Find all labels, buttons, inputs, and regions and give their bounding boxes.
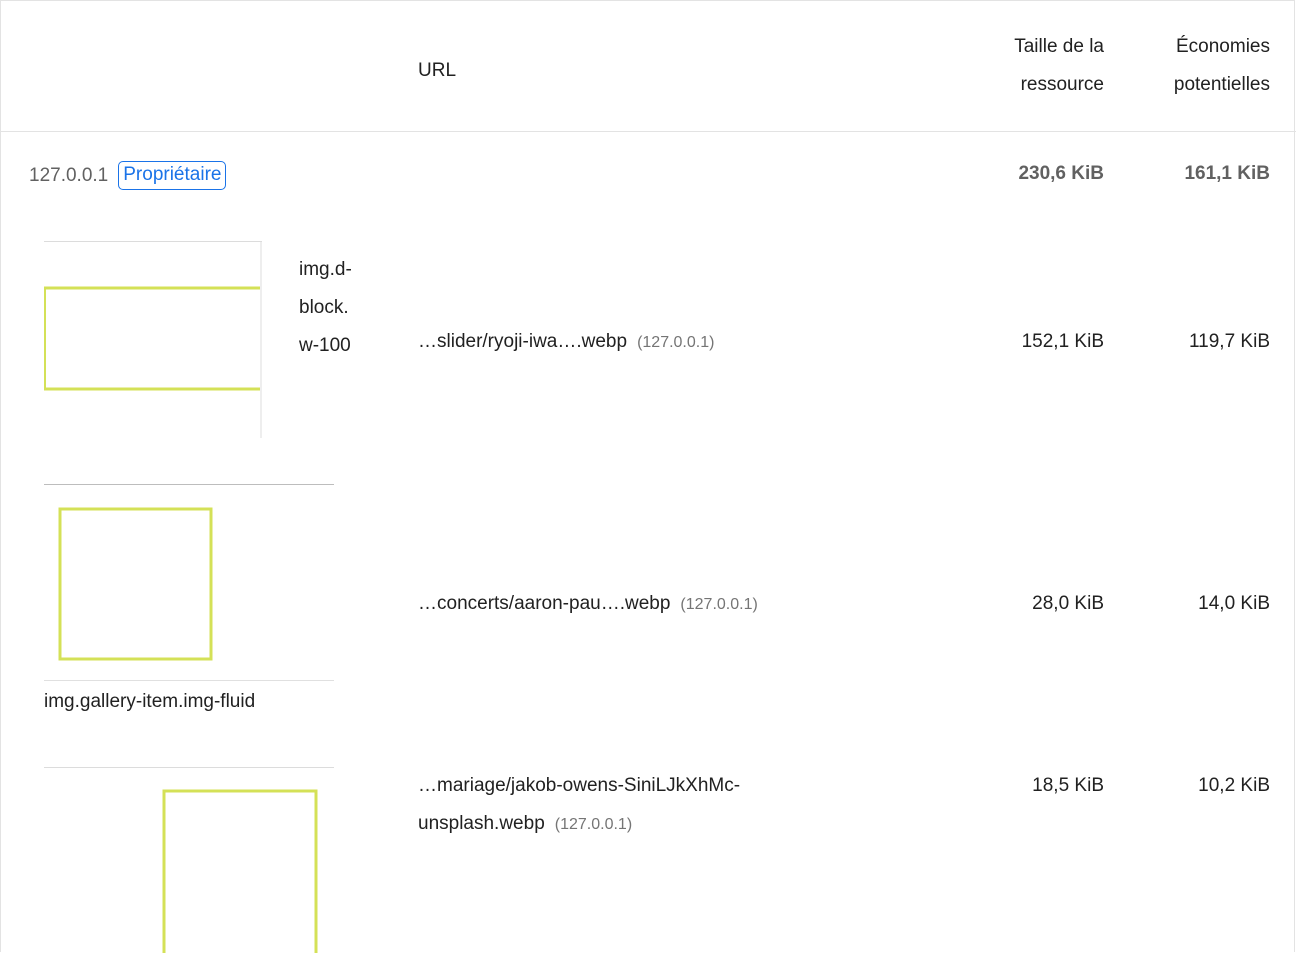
column-header-potential-savings: Économies potentielles [1110,28,1270,104]
column-header-resource-size-line1: Taille de la [1014,36,1104,57]
resource-url[interactable]: …concerts/aaron-pau….webp (127.0.0.1) [418,585,758,624]
resource-url-host: (127.0.0.1) [637,334,715,351]
table-group-row: 127.0.0.1 Propriétaire 230,6 KiB 161,1 K… [1,132,1296,217]
resource-url-host: (127.0.0.1) [680,596,758,613]
resource-size: 152,1 KiB [1021,331,1104,352]
element-selector: img.gallery-item.img-fluid [44,691,256,712]
table-row[interactable]: img.d- block. w-100 …slider/ryoji-iwa….w… [1,217,1296,467]
potential-savings: 119,7 KiB [1189,331,1270,352]
resource-url-text-cont[interactable]: unsplash.webp [418,813,545,834]
resource-url[interactable]: …mariage/jakob-owens-SiniLJkXhMc- unspla… [418,767,740,844]
resource-url-text[interactable]: …concerts/aaron-pau….webp [418,593,670,614]
table-row[interactable]: …mariage/jakob-owens-SiniLJkXhMc- unspla… [1,751,1296,953]
column-header-resource-size: Taille de la ressource [944,28,1104,104]
group-host-label: 127.0.0.1 [29,164,109,186]
image-thumbnail [44,767,334,953]
image-thumbnail [44,241,262,438]
image-thumbnail [44,484,334,681]
table-header-row: URL Taille de la ressource Économies pot… [1,1,1296,132]
group-host: 127.0.0.1 Propriétaire [29,161,227,190]
group-total-savings: 161,1 KiB [1184,163,1270,184]
resource-size: 18,5 KiB [1032,775,1104,796]
first-party-badge: Propriétaire [118,161,227,190]
element-selector-line: img.d- [299,259,352,280]
resource-url-text[interactable]: …mariage/jakob-owens-SiniLJkXhMc- [418,767,740,805]
resource-url-host: (127.0.0.1) [554,816,633,833]
group-total-size: 230,6 KiB [1018,163,1104,184]
resource-url-text[interactable]: …slider/ryoji-iwa….webp [418,331,627,352]
element-selector: img.d- block. w-100 [299,251,352,365]
resource-table: URL Taille de la ressource Économies pot… [0,0,1296,953]
column-header-url: URL [418,60,457,81]
resource-size: 28,0 KiB [1032,593,1104,614]
column-header-potential-savings-line1: Économies [1176,36,1270,57]
table-row[interactable]: …concerts/aaron-pau….webp (127.0.0.1) 28,… [1,467,1296,757]
potential-savings: 14,0 KiB [1198,593,1270,614]
column-header-resource-size-line2: ressource [1020,74,1104,95]
element-selector-line: w-100 [299,335,351,356]
resource-url[interactable]: …slider/ryoji-iwa….webp (127.0.0.1) [418,323,714,362]
element-selector-line: block. [299,297,349,318]
column-header-potential-savings-line2: potentielles [1173,74,1270,95]
potential-savings: 10,2 KiB [1198,775,1270,796]
